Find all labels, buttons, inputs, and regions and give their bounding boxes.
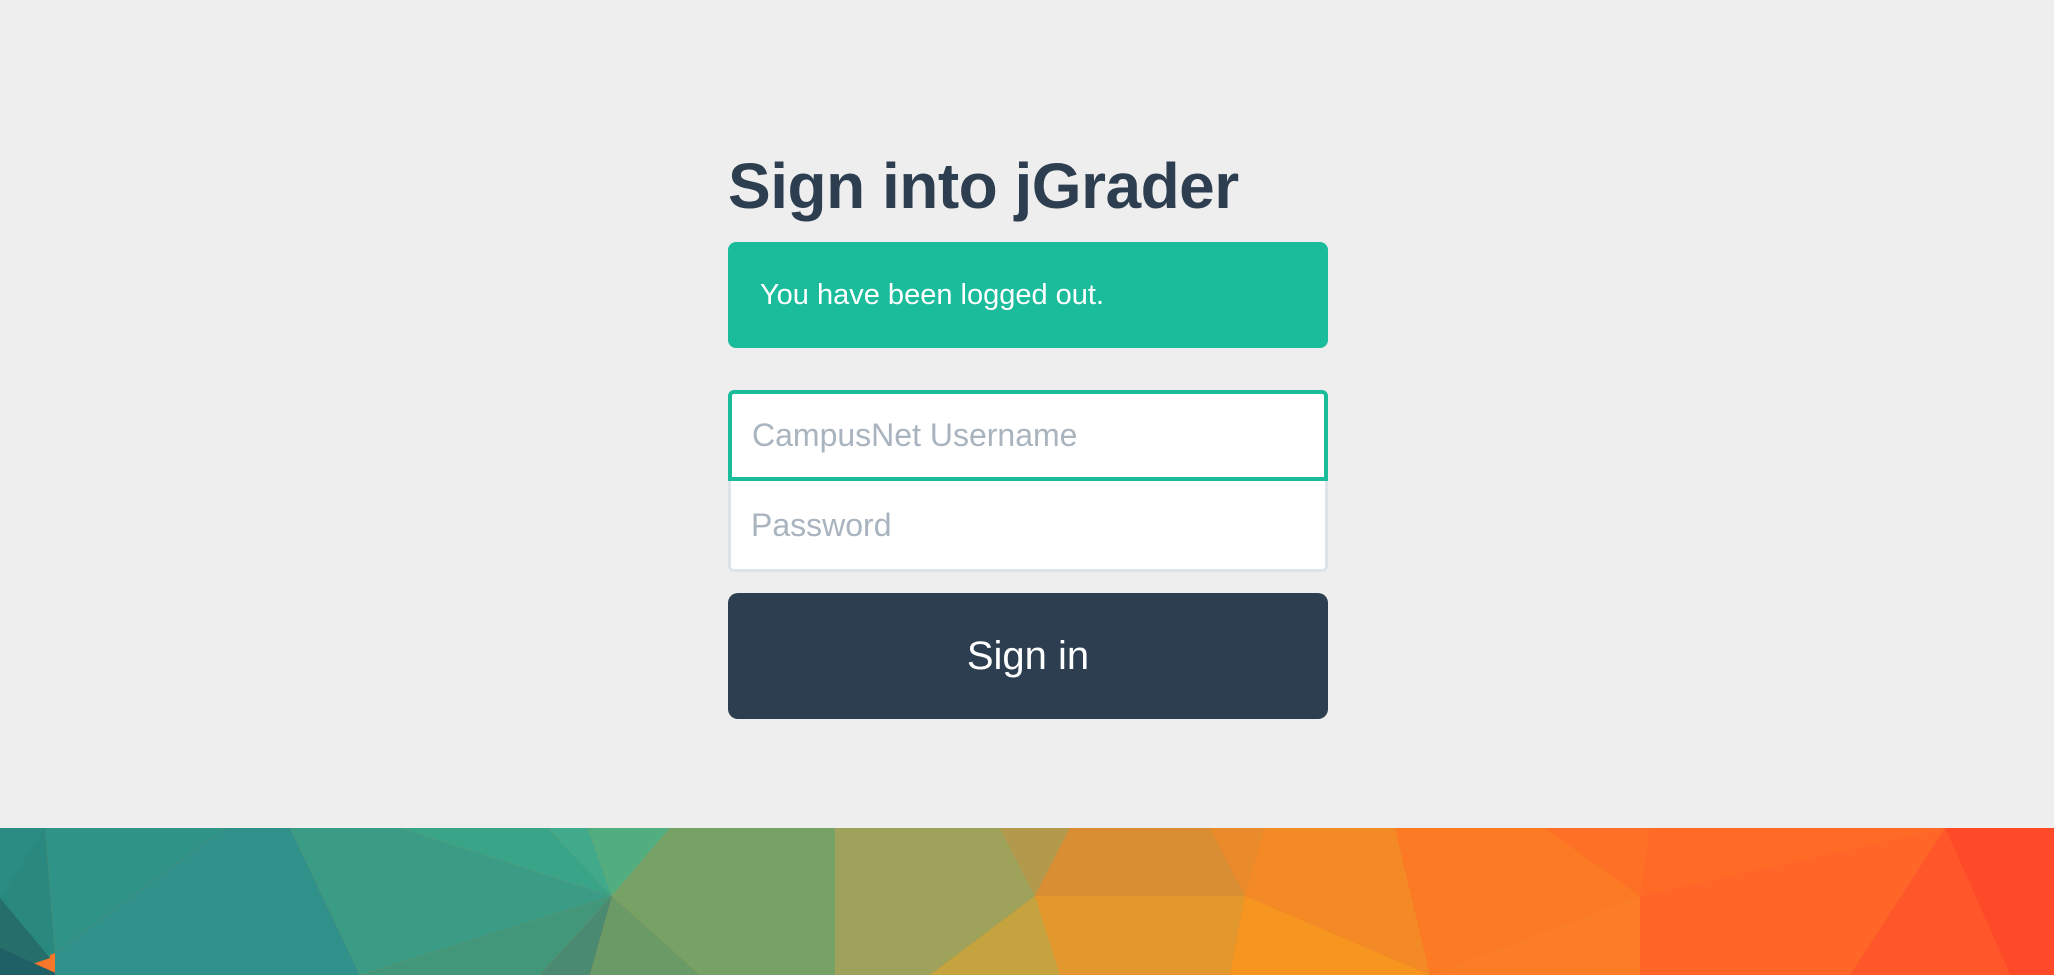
page-title: Sign into jGrader (728, 150, 1239, 222)
password-input[interactable] (728, 481, 1328, 572)
alert-message: You have been logged out. (760, 278, 1105, 311)
decorative-polygon-banner (0, 828, 2054, 975)
logout-alert: You have been logged out. (728, 242, 1328, 348)
polygon-pattern (0, 828, 2054, 975)
login-panel: Sign into jGrader You have been logged o… (728, 150, 1328, 719)
sign-in-button[interactable]: Sign in (728, 593, 1328, 719)
login-page: Sign into jGrader You have been logged o… (0, 0, 2054, 975)
login-form: Sign in (728, 390, 1328, 719)
username-input[interactable] (728, 390, 1328, 481)
